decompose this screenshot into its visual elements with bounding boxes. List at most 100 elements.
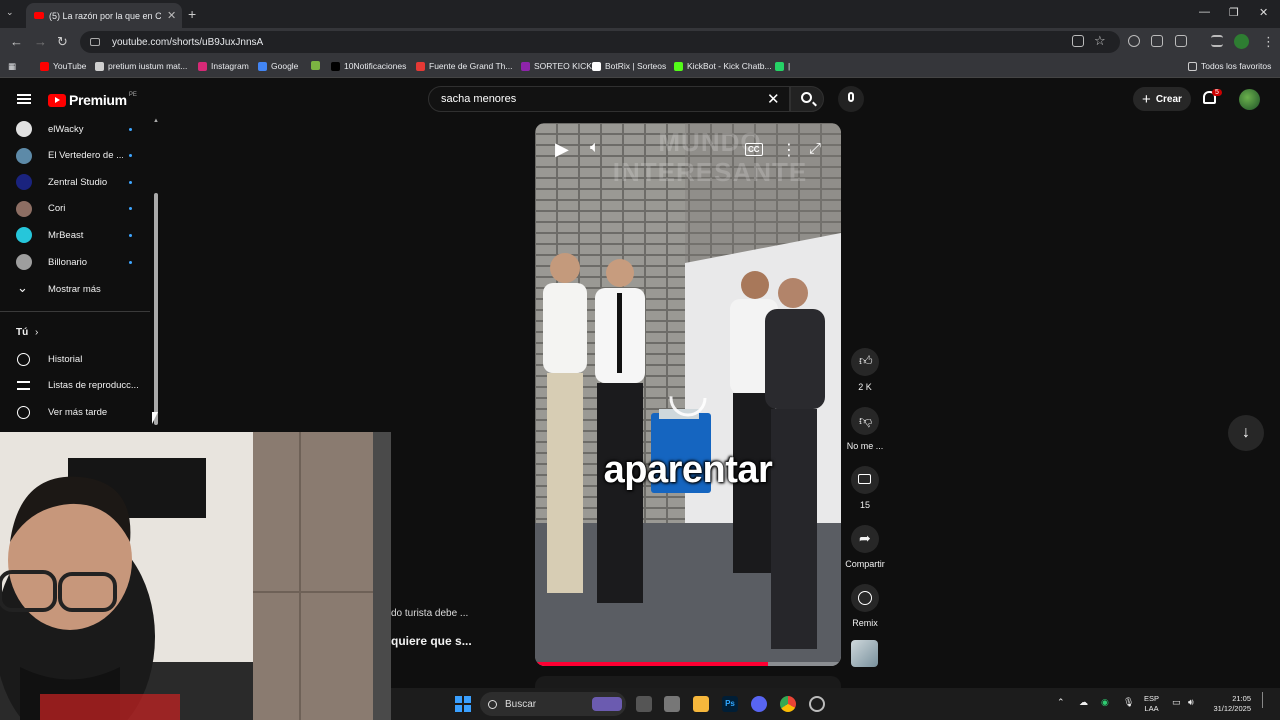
bookmark-item[interactable]: YouTube <box>40 61 86 71</box>
account-avatar[interactable] <box>1239 89 1260 110</box>
chrome-menu-icon[interactable]: ⋮ <box>1262 34 1275 50</box>
bookmark-item[interactable]: SORTEO KICK <box>521 61 592 71</box>
thumbs-up-icon: 👍︎ <box>859 353 873 368</box>
puzzle-icon[interactable] <box>1175 35 1187 47</box>
bookmark-item[interactable]: pretium iustum mat... <box>95 61 187 71</box>
voice-search-button[interactable] <box>838 86 864 112</box>
bookmark-favicon-icon <box>674 61 683 71</box>
new-content-dot <box>129 127 132 131</box>
clear-search-icon[interactable]: ✕ <box>767 90 780 108</box>
sidebar-subscription[interactable]: El Vertedero de ... <box>0 143 150 169</box>
discord-icon[interactable] <box>751 696 767 712</box>
closed-captions-icon[interactable]: CC <box>745 143 763 156</box>
search-input[interactable]: sacha menores <box>428 86 790 112</box>
channel-avatar <box>16 121 32 137</box>
sidebar-item-playlists[interactable]: Listas de reproducc... <box>0 372 150 398</box>
browser-tab[interactable]: (5) La razón por la que en Core ✕ <box>26 3 182 28</box>
video-progress-bar[interactable] <box>535 662 841 666</box>
share-arrow-icon: ➦ <box>859 530 871 546</box>
more-options-icon[interactable]: ⋮ <box>781 140 797 160</box>
task-view-icon[interactable] <box>636 696 652 712</box>
app-icon[interactable] <box>664 696 680 712</box>
chrome-icon[interactable] <box>780 696 796 712</box>
install-app-icon[interactable] <box>1072 35 1084 47</box>
site-info-icon[interactable] <box>90 38 100 46</box>
bookmark-item[interactable] <box>311 61 324 70</box>
windows-start-icon[interactable] <box>455 696 471 712</box>
chevron-down-icon: ⌄ <box>17 280 28 295</box>
bookmark-favicon-icon <box>95 61 104 71</box>
remix-button[interactable]: Remix <box>845 584 885 628</box>
scroll-up-arrow-icon[interactable]: ▲ <box>153 118 159 124</box>
bookmark-favicon-icon <box>40 61 49 71</box>
sidebar-item-watch-later[interactable]: Ver más tarde <box>0 399 150 425</box>
notifications-badge: 5 <box>1212 89 1222 96</box>
logo-word: Premium <box>69 92 127 108</box>
bookmark-star-icon[interactable]: ☆ <box>1094 33 1106 49</box>
dislike-button[interactable]: 👎︎ No me ... <box>845 407 885 451</box>
minimize-icon[interactable]: — <box>1199 6 1210 18</box>
tray-overflow-icon[interactable]: ⌃ <box>1057 697 1065 708</box>
file-explorer-icon[interactable] <box>693 696 709 712</box>
bookmark-item[interactable]: KickBot - Kick Chatb... <box>674 61 772 71</box>
bookmark-item[interactable]: | <box>775 61 790 71</box>
security-icon[interactable]: ◉ <box>1101 697 1109 708</box>
sidebar-item-history[interactable]: Historial <box>0 346 150 372</box>
play-icon[interactable]: ▶ <box>555 139 569 160</box>
show-desktop[interactable] <box>1262 692 1266 708</box>
network-icon[interactable]: ▭ <box>1172 697 1181 708</box>
new-tab-icon[interactable]: + <box>188 6 196 22</box>
system-clock[interactable]: 21:05 31/12/2025 <box>1207 694 1251 714</box>
media-control-icon[interactable] <box>1211 35 1223 47</box>
like-button[interactable]: 👍︎ 2 K <box>845 348 885 392</box>
fullscreen-icon[interactable]: ⤢ <box>809 140 821 157</box>
sidebar-subscription[interactable]: elWacky <box>0 116 150 142</box>
you-section-header[interactable]: Tú › <box>0 319 150 345</box>
sidebar-subscription[interactable]: Zentral Studio <box>0 169 150 195</box>
bookmark-item[interactable]: 10Notificaciones <box>331 61 406 71</box>
sidebar-subscription[interactable]: MrBeast <box>0 222 150 248</box>
onedrive-icon[interactable]: ☁ <box>1079 697 1088 708</box>
webcam-frame <box>0 432 391 720</box>
show-more-button[interactable]: ⌄ Mostrar más <box>0 276 150 302</box>
url-bar[interactable]: youtube.com/shorts/uB9JuxJnnsA <box>80 31 1120 53</box>
apps-grid-icon[interactable]: ▦ <box>8 61 16 72</box>
photoshop-icon[interactable]: Ps <box>722 696 738 712</box>
extension-icon[interactable] <box>1151 35 1163 47</box>
extension-shield-icon[interactable] <box>1128 35 1140 47</box>
app-circle-icon[interactable] <box>809 696 825 712</box>
search-button[interactable] <box>790 86 824 112</box>
bookmark-item[interactable]: Instagram <box>198 61 249 71</box>
all-bookmarks-button[interactable]: Todos los favoritos <box>1188 61 1271 71</box>
reload-icon[interactable]: ↻ <box>57 34 68 50</box>
window-close-icon[interactable]: ✕ <box>1259 6 1268 19</box>
restore-icon[interactable]: ❐ <box>1229 6 1239 19</box>
sound-thumbnail[interactable] <box>851 640 878 667</box>
back-icon[interactable]: ← <box>10 34 23 49</box>
bookmark-item[interactable]: BotRix | Sorteos <box>592 61 666 71</box>
sidebar-subscription[interactable]: Cori <box>0 196 150 222</box>
url-text: youtube.com/shorts/uB9JuxJnnsA <box>112 36 264 48</box>
close-tab-icon[interactable]: ✕ <box>167 9 176 22</box>
volume-tray-icon[interactable]: 🔊︎ <box>1188 697 1194 708</box>
create-button[interactable]: + Crear <box>1133 87 1191 111</box>
channel-watermark: MUNDO INTERESANTE <box>612 127 808 187</box>
forward-icon[interactable]: → <box>34 34 47 49</box>
input-language[interactable]: ESP LAA <box>1144 694 1159 714</box>
tab-search-icon[interactable]: ⌄ <box>6 7 14 18</box>
sidebar-subscription[interactable]: Billonario <box>0 249 150 275</box>
comments-button[interactable]: 15 <box>845 466 885 510</box>
bookmark-favicon-icon <box>416 61 425 71</box>
volume-icon[interactable]: 🔈︎ <box>590 139 600 157</box>
hamburger-menu-icon[interactable] <box>17 94 31 104</box>
next-short-arrow-icon[interactable]: ↓ <box>1228 415 1264 451</box>
sidebar-scrollbar[interactable] <box>154 193 158 425</box>
youtube-premium-logo[interactable]: Premium PE <box>48 92 137 108</box>
share-button[interactable]: ➦ Compartir <box>845 525 885 569</box>
shorts-video-player[interactable]: MUNDO INTERESANTE ▶ 🔈︎ CC ⋮ ⤢ aparentar <box>535 123 841 666</box>
profile-avatar[interactable] <box>1234 34 1249 49</box>
microphone-tray-icon[interactable]: 🎙︎ <box>1123 697 1134 708</box>
bookmark-item[interactable]: Google <box>258 61 298 71</box>
bookmark-item[interactable]: Fuente de Grand Th... <box>416 61 512 71</box>
taskbar-search[interactable]: Buscar <box>480 692 626 716</box>
